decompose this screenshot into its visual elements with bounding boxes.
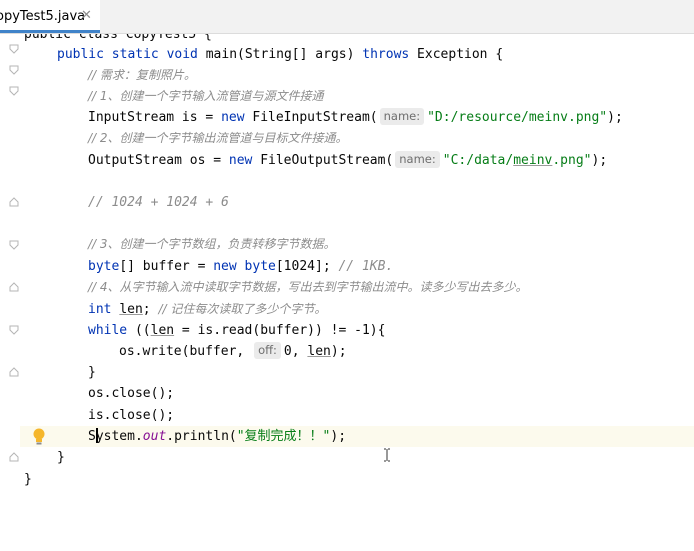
code-editor[interactable]: public class CopyTest5 { public static v…	[20, 34, 694, 551]
tab-title: opyTest5.java	[0, 9, 86, 24]
code-comment: // 4、从字节输入流中读取字节数据，写出去到字节输出流中。读多少写出去多少。	[88, 280, 528, 294]
code-line: int len; // 记住每次读取了多少个字节。	[88, 302, 327, 317]
parameter-hint: name:	[395, 151, 440, 168]
code-line: while ((len = is.read(buffer)) != -1){	[88, 323, 386, 338]
fold-icon[interactable]	[9, 325, 19, 335]
fold-icon[interactable]	[9, 240, 19, 250]
fold-icon[interactable]	[9, 65, 19, 75]
code-comment: // 2、创建一个字节输出流管道与目标文件接通。	[88, 131, 348, 145]
fold-icon[interactable]	[9, 452, 19, 462]
code-line-current: System.out.println("复制完成！！");	[88, 428, 347, 444]
code-line: }	[88, 365, 96, 380]
intention-bulb-icon[interactable]	[32, 428, 46, 446]
fold-icon[interactable]	[9, 44, 19, 54]
code-line: }	[57, 450, 65, 465]
editor-gutter[interactable]	[0, 34, 20, 551]
code-comment: // 需求：复制照片。	[88, 68, 196, 82]
code-line: OutputStream os = new FileOutputStream(n…	[88, 151, 608, 168]
code-line: }	[24, 472, 32, 487]
code-comment: // 1024 + 1024 + 6	[88, 195, 229, 210]
fold-icon[interactable]	[9, 282, 19, 292]
fold-icon[interactable]	[9, 86, 19, 96]
code-comment: // 1、创建一个字节输入流管道与源文件接通	[88, 89, 324, 103]
code-comment: // 3、创建一个字节数组，负责转移字节数据。	[88, 237, 336, 251]
code-line: public static void main(String[] args) t…	[57, 47, 504, 62]
fold-icon[interactable]	[9, 367, 19, 377]
close-icon[interactable]: ✕	[81, 8, 92, 23]
code-line: byte[] buffer = new byte[1024]; // 1KB.	[88, 259, 394, 274]
editor-tab-bar: opyTest5.java ✕	[0, 0, 694, 34]
code-line: os.write(buffer, off: 0, len);	[119, 342, 347, 359]
code-line: is.close();	[88, 408, 175, 423]
fold-icon[interactable]	[9, 197, 19, 207]
text-cursor-icon	[383, 447, 391, 462]
code-line: os.close();	[88, 386, 175, 401]
tab-copytest5-java[interactable]: opyTest5.java ✕	[0, 0, 100, 33]
parameter-hint: name:	[379, 108, 425, 125]
code-line: InputStream is = new FileInputStream(nam…	[88, 108, 623, 125]
parameter-hint: off:	[254, 342, 281, 359]
